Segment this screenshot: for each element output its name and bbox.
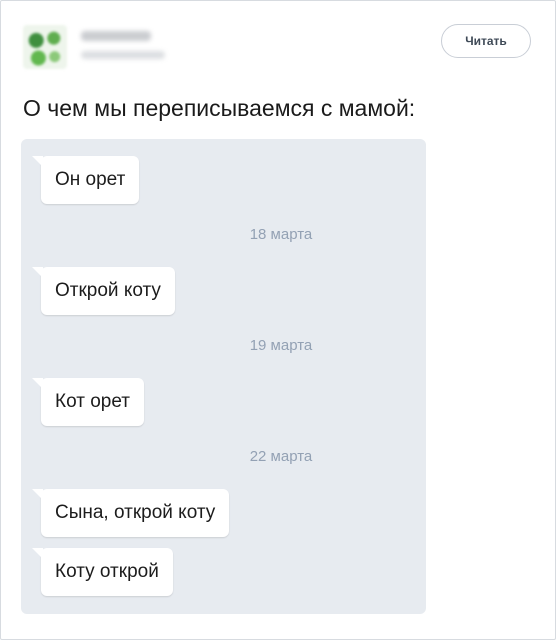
avatar[interactable] (23, 25, 67, 69)
message-bubble: Он орет (31, 156, 140, 204)
message-text: Сына, открой коту (55, 502, 216, 523)
date-separator: 18 марта (249, 226, 313, 243)
read-button[interactable]: Читать (441, 24, 531, 58)
message-text: Коту открой (55, 561, 159, 582)
author-handle-blurred (81, 51, 165, 59)
message-bubble: Коту открой (32, 548, 173, 596)
message-text: Открой коту (55, 280, 161, 301)
message-bubble: Кот орет (32, 378, 144, 426)
post-card: Читать О чем мы переписываемся с мамой: … (0, 0, 556, 640)
date-separator: 19 марта (249, 337, 313, 354)
date-separator: 22 марта (249, 448, 313, 465)
message-text: Он орет (55, 169, 126, 190)
post-title: О чем мы переписываемся с мамой: (23, 95, 416, 121)
message-text: Кот орет (55, 391, 130, 412)
author-name-blurred[interactable] (81, 31, 151, 41)
message-bubble: Открой коту (32, 267, 175, 315)
message-bubble: Сына, открой коту (31, 489, 230, 537)
post-header: Читать (23, 23, 535, 71)
chat-screenshot: Он орет 18 марта Открой коту 19 марта Ко… (21, 139, 426, 614)
